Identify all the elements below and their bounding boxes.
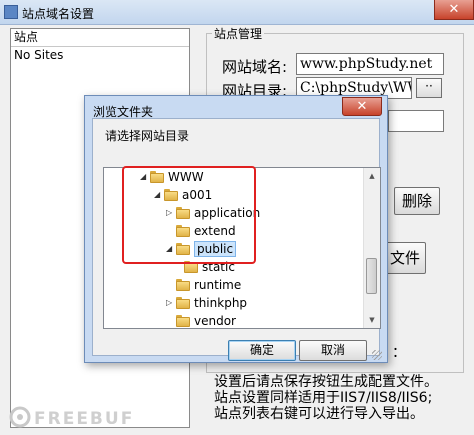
scrollbar-thumb[interactable] [366,258,377,294]
group-title: 站点管理 [212,25,265,42]
dialog-body: 请选择网站目录 ◢ WWW ◢ a001 ▷ application extend ◢… [92,118,381,356]
folder-icon [176,315,190,327]
tree-row-public[interactable]: ◢ public [166,240,237,258]
tree-scrollbar[interactable]: ▲ ▼ [363,168,380,328]
tree-label: application [194,206,261,220]
dialog-prompt: 请选择网站目录 [105,129,190,143]
folder-icon [150,171,164,183]
main-title-bar[interactable]: 站点域名设置 ✕ [0,0,474,25]
domain-input[interactable]: www.phpStudy.net [296,53,444,75]
delete-button[interactable]: 删除 [394,187,440,215]
tree-label: a001 [182,188,213,202]
collapse-arrow-icon[interactable]: ◢ [166,240,176,258]
expand-arrow-icon[interactable]: ▷ [166,204,176,222]
tree-label: extend [194,224,236,238]
window-close-button[interactable]: ✕ [434,0,474,20]
dialog-close-button[interactable]: ✕ [342,97,382,116]
folder-icon [164,189,178,201]
domain-label: 网站域名: [222,58,288,76]
collapse-arrow-icon[interactable]: ◢ [154,186,164,204]
resize-grip-icon[interactable] [372,350,382,360]
note-tail: ： [392,345,406,361]
tree-row-runtime[interactable]: runtime [176,276,241,294]
app-icon [4,5,18,19]
tree-label: public [194,241,237,257]
tree-row-vendor[interactable]: vendor [176,312,236,328]
tree-label: WWW [168,170,204,184]
tree-label: thinkphp [194,296,248,310]
folder-icon [176,225,190,237]
generate-button[interactable]: 文件 [384,242,426,274]
ok-button[interactable]: 确定 [228,340,296,361]
tree-row-static[interactable]: static [184,258,235,276]
list-item[interactable]: No Sites [11,47,189,63]
extra-input[interactable] [388,110,444,132]
site-list-header[interactable]: 站点 [11,29,189,47]
tree-row-www[interactable]: ◢ WWW [140,168,204,186]
tree-row-application[interactable]: ▷ application [166,204,260,222]
folder-icon [176,243,190,255]
tree-row-thinkphp[interactable]: ▷ thinkphp [166,294,247,312]
folder-icon [176,207,190,219]
tree-label: vendor [194,314,236,328]
expand-arrow-icon[interactable]: ▷ [166,294,176,312]
window-title: 站点域名设置 [22,7,95,21]
folder-icon [176,297,190,309]
tree-row-a001[interactable]: ◢ a001 [154,186,212,204]
scroll-up-icon[interactable]: ▲ [364,168,380,184]
folder-icon [184,261,198,273]
freebuf-watermark: FREEBUF [9,406,134,429]
browse-folder-dialog: 浏览文件夹 ✕ 请选择网站目录 ◢ WWW ◢ a001 ▷ application … [84,95,388,363]
tree-label: runtime [194,278,242,292]
folder-tree[interactable]: ◢ WWW ◢ a001 ▷ application extend ◢ public s… [103,167,381,329]
tree-label: static [202,260,235,274]
tree-row-extend[interactable]: extend [176,222,236,240]
cancel-button[interactable]: 取消 [299,340,367,361]
browse-button[interactable]: ·· [416,78,442,98]
scroll-down-icon[interactable]: ▼ [364,312,380,328]
watermark-text: FREEBUF [34,409,134,429]
collapse-arrow-icon[interactable]: ◢ [140,168,150,186]
folder-icon [176,279,190,291]
note-line-3: 站点列表右键可以进行导入导出。 [214,406,424,422]
